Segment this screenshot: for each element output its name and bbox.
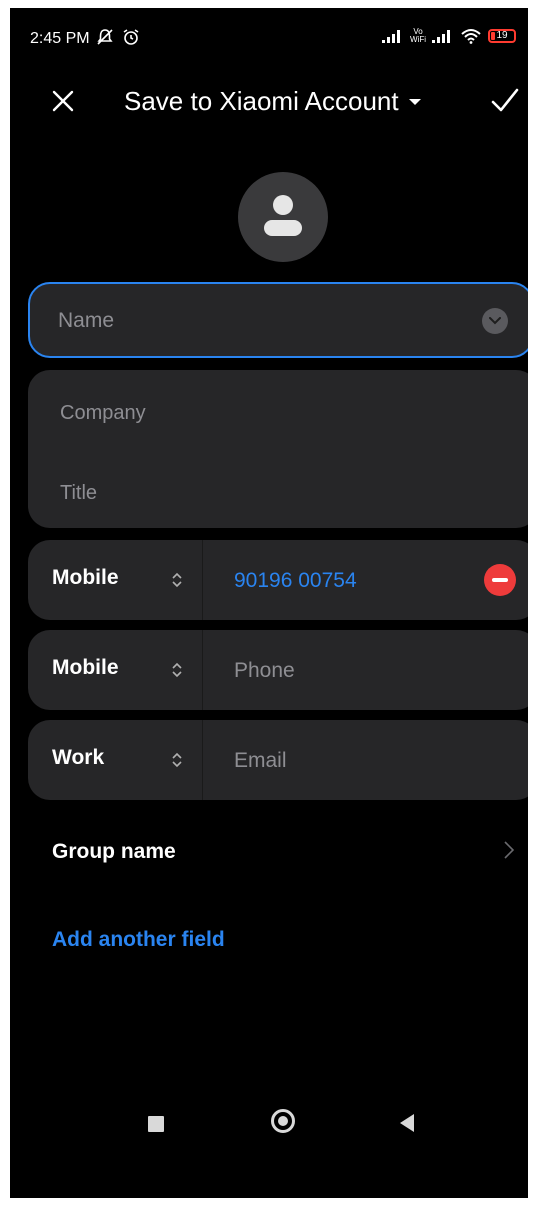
row-divider	[202, 720, 203, 800]
phone-row: Mobile	[28, 540, 528, 620]
alarm-icon	[124, 29, 139, 45]
battery-icon: 19	[488, 29, 516, 43]
title-bar: Save to Xiaomi Account	[10, 78, 528, 124]
phone-type-label[interactable]: Mobile	[52, 566, 119, 590]
company-input[interactable]	[58, 394, 502, 432]
email-row: Work	[28, 720, 528, 800]
signal-icon	[432, 30, 450, 43]
name-field[interactable]	[28, 282, 528, 358]
chevron-right-icon	[504, 841, 515, 859]
phone-input[interactable]	[232, 652, 476, 690]
vowifi-icon: Vo WiFi	[410, 28, 426, 44]
back-icon[interactable]	[400, 1114, 414, 1132]
updown-chevron-icon[interactable]	[170, 750, 184, 770]
row-divider	[202, 630, 203, 710]
add-another-field-button[interactable]: Add another field	[52, 928, 225, 952]
contact-edit-screen: 2:45 PM Vo WiFi 19 Save to Xiaomi Accoun…	[10, 8, 528, 1198]
page-title: Save to Xiaomi Account	[124, 86, 399, 116]
phone-row: Mobile	[28, 630, 528, 710]
status-time: 2:45 PM	[30, 30, 90, 47]
email-type-label[interactable]: Work	[52, 746, 104, 770]
battery-level: 19	[496, 30, 508, 41]
avatar[interactable]	[238, 172, 328, 262]
title-input[interactable]	[58, 474, 502, 512]
phone-type-label[interactable]: Mobile	[52, 656, 119, 680]
caret-down-icon	[408, 98, 421, 105]
signal-icon	[382, 30, 400, 43]
expand-name-button[interactable]	[482, 308, 508, 334]
minus-icon	[492, 578, 508, 582]
chevron-down-icon	[489, 317, 501, 325]
name-input[interactable]	[56, 302, 460, 340]
group-name-label: Group name	[52, 840, 176, 863]
navigation-bar	[10, 1098, 528, 1148]
updown-chevron-icon[interactable]	[170, 660, 184, 680]
recents-icon[interactable]	[148, 1116, 164, 1132]
remove-phone-button[interactable]	[484, 564, 516, 596]
home-icon[interactable]	[271, 1109, 295, 1133]
vowifi-bottom: WiFi	[410, 35, 426, 44]
company-title-card	[28, 370, 528, 528]
status-right-icons: Vo WiFi 19	[382, 28, 516, 44]
email-input[interactable]	[232, 742, 476, 780]
group-name-row[interactable]: Group name	[28, 826, 528, 876]
person-icon	[264, 195, 302, 236]
account-selector[interactable]: Save to Xiaomi Account	[124, 86, 421, 117]
phone-input[interactable]	[232, 562, 476, 600]
checkmark-icon[interactable]	[488, 84, 522, 118]
wifi-icon	[461, 29, 481, 44]
status-bar: 2:45 PM Vo WiFi 19	[10, 8, 528, 54]
close-icon[interactable]	[48, 86, 78, 116]
row-divider	[202, 540, 203, 620]
muted-bell-icon	[97, 29, 113, 45]
updown-chevron-icon[interactable]	[170, 570, 184, 590]
status-left-icons	[96, 28, 140, 51]
